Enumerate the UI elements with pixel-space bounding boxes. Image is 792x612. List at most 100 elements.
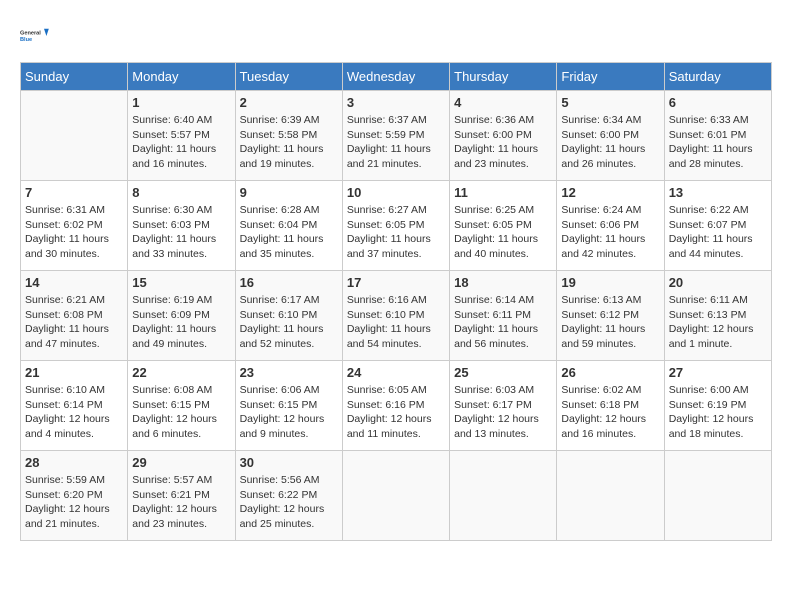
- day-cell: 6Sunrise: 6:33 AMSunset: 6:01 PMDaylight…: [664, 91, 771, 181]
- day-info: Sunrise: 6:30 AMSunset: 6:03 PMDaylight:…: [132, 203, 230, 262]
- day-info: Sunrise: 5:59 AMSunset: 6:20 PMDaylight:…: [25, 473, 123, 532]
- weekday-header-friday: Friday: [557, 63, 664, 91]
- day-cell: [664, 451, 771, 541]
- weekday-header-thursday: Thursday: [450, 63, 557, 91]
- day-cell: [21, 91, 128, 181]
- day-cell: 5 Sunrise: 6:34 AMSunset: 6:00 PMDaylight…: [557, 91, 664, 181]
- calendar-table: SundayMondayTuesdayWednesdayThursdayFrid…: [20, 62, 772, 541]
- day-info: Sunrise: 6:08 AMSunset: 6:15 PMDaylight:…: [132, 383, 230, 442]
- day-cell: 11Sunrise: 6:25 AMSunset: 6:05 PMDayligh…: [450, 181, 557, 271]
- day-info: Sunrise: 6:24 AMSunset: 6:06 PMDaylight:…: [561, 203, 659, 262]
- week-row-3: 14 Sunrise: 6:21 AMSunset: 6:08 PMDayligh…: [21, 271, 772, 361]
- day-cell: 8 Sunrise: 6:30 AMSunset: 6:03 PMDaylight…: [128, 181, 235, 271]
- day-cell: 14 Sunrise: 6:21 AMSunset: 6:08 PMDayligh…: [21, 271, 128, 361]
- day-number: 6: [669, 95, 767, 110]
- day-info: Sunrise: 6:06 AMSunset: 6:15 PMDaylight:…: [240, 383, 338, 442]
- day-number: 12: [561, 185, 659, 200]
- day-number: 3: [347, 95, 445, 110]
- svg-text:General: General: [20, 30, 41, 36]
- day-number: 22: [132, 365, 230, 380]
- day-info: Sunrise: 6:10 AMSunset: 6:14 PMDaylight:…: [25, 383, 123, 442]
- day-cell: 23 Sunrise: 6:06 AMSunset: 6:15 PMDayligh…: [235, 361, 342, 451]
- day-info: Sunrise: 5:56 AMSunset: 6:22 PMDaylight:…: [240, 473, 338, 532]
- day-number: 28: [25, 455, 123, 470]
- day-number: 20: [669, 275, 767, 290]
- day-cell: 3Sunrise: 6:37 AMSunset: 5:59 PMDaylight…: [342, 91, 449, 181]
- day-cell: [450, 451, 557, 541]
- day-info: Sunrise: 6:05 AMSunset: 6:16 PMDaylight:…: [347, 383, 445, 442]
- day-number: 5: [561, 95, 659, 110]
- day-cell: 4Sunrise: 6:36 AMSunset: 6:00 PMDaylight…: [450, 91, 557, 181]
- day-cell: 13 Sunrise: 6:22 AMSunset: 6:07 PMDayligh…: [664, 181, 771, 271]
- day-number: 21: [25, 365, 123, 380]
- day-cell: 10 Sunrise: 6:27 AMSunset: 6:05 PMDayligh…: [342, 181, 449, 271]
- day-number: 2: [240, 95, 338, 110]
- weekday-header-monday: Monday: [128, 63, 235, 91]
- day-info: Sunrise: 6:02 AMSunset: 6:18 PMDaylight:…: [561, 383, 659, 442]
- day-info: Sunrise: 6:27 AMSunset: 6:05 PMDaylight:…: [347, 203, 445, 262]
- day-number: 14: [25, 275, 123, 290]
- day-number: 8: [132, 185, 230, 200]
- weekday-header-wednesday: Wednesday: [342, 63, 449, 91]
- day-info: Sunrise: 6:21 AMSunset: 6:08 PMDaylight:…: [25, 293, 123, 352]
- day-cell: [557, 451, 664, 541]
- day-cell: 22 Sunrise: 6:08 AMSunset: 6:15 PMDayligh…: [128, 361, 235, 451]
- day-cell: 28 Sunrise: 5:59 AMSunset: 6:20 PMDayligh…: [21, 451, 128, 541]
- day-cell: 7Sunrise: 6:31 AMSunset: 6:02 PMDaylight…: [21, 181, 128, 271]
- day-number: 7: [25, 185, 123, 200]
- day-number: 30: [240, 455, 338, 470]
- day-cell: 2 Sunrise: 6:39 AMSunset: 5:58 PMDaylight…: [235, 91, 342, 181]
- logo: GeneralBlue: [20, 20, 52, 52]
- day-number: 10: [347, 185, 445, 200]
- week-row-4: 21 Sunrise: 6:10 AMSunset: 6:14 PMDayligh…: [21, 361, 772, 451]
- day-info: Sunrise: 6:19 AMSunset: 6:09 PMDaylight:…: [132, 293, 230, 352]
- day-info: Sunrise: 6:34 AMSunset: 6:00 PMDaylight:…: [561, 113, 659, 172]
- day-number: 18: [454, 275, 552, 290]
- day-cell: 25Sunrise: 6:03 AMSunset: 6:17 PMDayligh…: [450, 361, 557, 451]
- week-row-5: 28 Sunrise: 5:59 AMSunset: 6:20 PMDayligh…: [21, 451, 772, 541]
- day-cell: 27 Sunrise: 6:00 AMSunset: 6:19 PMDayligh…: [664, 361, 771, 451]
- day-info: Sunrise: 6:00 AMSunset: 6:19 PMDaylight:…: [669, 383, 767, 442]
- day-cell: 20 Sunrise: 6:11 AMSunset: 6:13 PMDayligh…: [664, 271, 771, 361]
- day-info: Sunrise: 6:28 AMSunset: 6:04 PMDaylight:…: [240, 203, 338, 262]
- day-cell: 15Sunrise: 6:19 AMSunset: 6:09 PMDayligh…: [128, 271, 235, 361]
- day-number: 19: [561, 275, 659, 290]
- day-cell: [342, 451, 449, 541]
- day-number: 23: [240, 365, 338, 380]
- day-info: Sunrise: 6:16 AMSunset: 6:10 PMDaylight:…: [347, 293, 445, 352]
- day-info: Sunrise: 6:22 AMSunset: 6:07 PMDaylight:…: [669, 203, 767, 262]
- day-info: Sunrise: 6:03 AMSunset: 6:17 PMDaylight:…: [454, 383, 552, 442]
- day-cell: 17 Sunrise: 6:16 AMSunset: 6:10 PMDayligh…: [342, 271, 449, 361]
- weekday-header-row: SundayMondayTuesdayWednesdayThursdayFrid…: [21, 63, 772, 91]
- day-number: 26: [561, 365, 659, 380]
- day-cell: 21 Sunrise: 6:10 AMSunset: 6:14 PMDayligh…: [21, 361, 128, 451]
- day-number: 24: [347, 365, 445, 380]
- page-header: GeneralBlue: [20, 20, 772, 52]
- day-cell: 30 Sunrise: 5:56 AMSunset: 6:22 PMDayligh…: [235, 451, 342, 541]
- svg-text:Blue: Blue: [20, 37, 32, 43]
- week-row-2: 7Sunrise: 6:31 AMSunset: 6:02 PMDaylight…: [21, 181, 772, 271]
- day-number: 11: [454, 185, 552, 200]
- day-number: 16: [240, 275, 338, 290]
- day-number: 4: [454, 95, 552, 110]
- day-number: 27: [669, 365, 767, 380]
- day-cell: 1Sunrise: 6:40 AMSunset: 5:57 PMDaylight…: [128, 91, 235, 181]
- day-cell: 9 Sunrise: 6:28 AMSunset: 6:04 PMDaylight…: [235, 181, 342, 271]
- day-info: Sunrise: 6:17 AMSunset: 6:10 PMDaylight:…: [240, 293, 338, 352]
- day-number: 29: [132, 455, 230, 470]
- day-cell: 26 Sunrise: 6:02 AMSunset: 6:18 PMDayligh…: [557, 361, 664, 451]
- day-cell: 29Sunrise: 5:57 AMSunset: 6:21 PMDayligh…: [128, 451, 235, 541]
- day-info: Sunrise: 6:39 AMSunset: 5:58 PMDaylight:…: [240, 113, 338, 172]
- weekday-header-sunday: Sunday: [21, 63, 128, 91]
- day-info: Sunrise: 6:11 AMSunset: 6:13 PMDaylight:…: [669, 293, 767, 352]
- logo-icon: GeneralBlue: [20, 20, 52, 52]
- day-info: Sunrise: 6:14 AMSunset: 6:11 PMDaylight:…: [454, 293, 552, 352]
- day-number: 9: [240, 185, 338, 200]
- day-cell: 24 Sunrise: 6:05 AMSunset: 6:16 PMDayligh…: [342, 361, 449, 451]
- week-row-1: 1Sunrise: 6:40 AMSunset: 5:57 PMDaylight…: [21, 91, 772, 181]
- weekday-header-saturday: Saturday: [664, 63, 771, 91]
- day-cell: 12 Sunrise: 6:24 AMSunset: 6:06 PMDayligh…: [557, 181, 664, 271]
- day-number: 13: [669, 185, 767, 200]
- day-number: 1: [132, 95, 230, 110]
- day-number: 17: [347, 275, 445, 290]
